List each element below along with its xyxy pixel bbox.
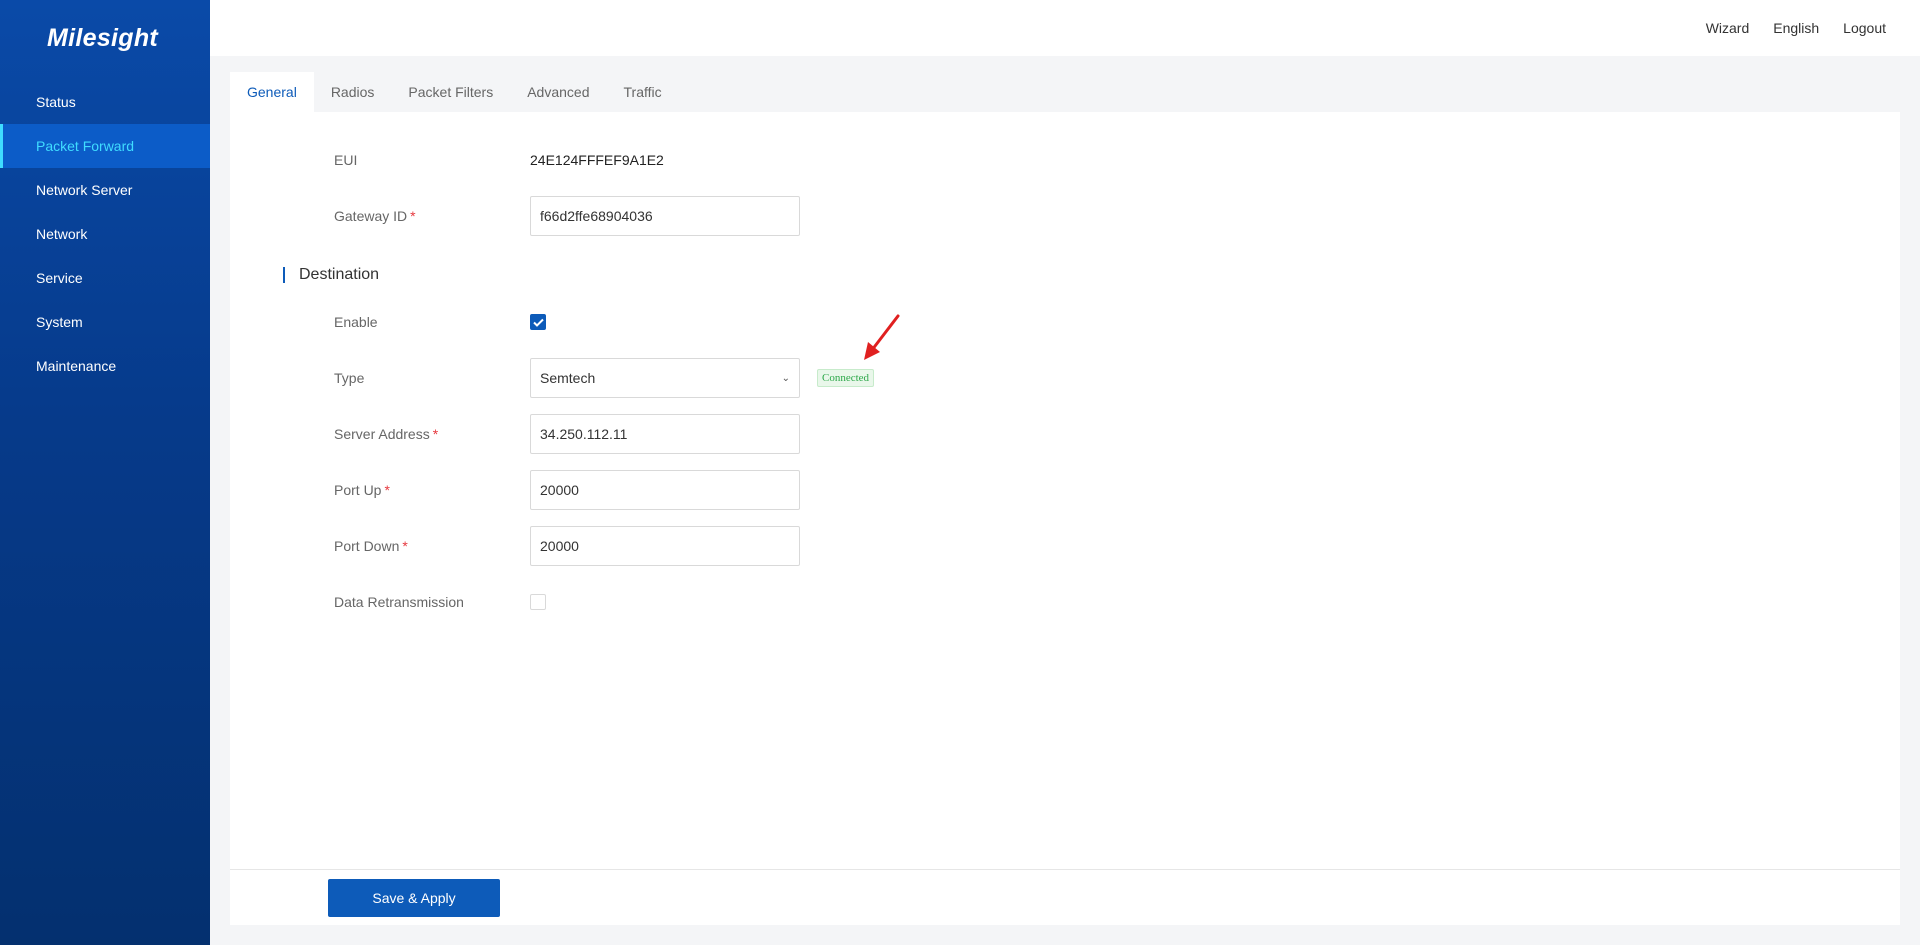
data-retransmission-checkbox[interactable] (530, 594, 546, 610)
sidebar-item-maintenance[interactable]: Maintenance (0, 344, 210, 388)
wizard-link[interactable]: Wizard (1706, 20, 1750, 36)
tab-general[interactable]: General (230, 72, 314, 112)
sidebar-item-network[interactable]: Network (0, 212, 210, 256)
save-apply-button[interactable]: Save & Apply (328, 879, 500, 917)
port-up-input[interactable] (530, 470, 800, 510)
tab-packet-filters[interactable]: Packet Filters (391, 72, 510, 112)
port-down-input[interactable] (530, 526, 800, 566)
enable-checkbox[interactable] (530, 314, 546, 330)
header-nav: Wizard English Logout (1706, 20, 1886, 36)
section-accent-bar (283, 267, 285, 283)
connection-status-badge: Connected (817, 369, 875, 387)
required-marker: * (384, 482, 390, 498)
port-down-row: Port Down * (334, 526, 800, 566)
type-row: Type Semtech ⌄ Connected (334, 358, 875, 398)
server-address-label-text: Server Address (334, 426, 430, 442)
destination-section-header: Destination (283, 266, 379, 284)
content-panel: EUI 24E124FFFEF9A1E2 Gateway ID* Destina… (230, 112, 1900, 925)
gateway-id-input[interactable] (530, 196, 800, 236)
required-marker: * (402, 538, 408, 554)
sidebar-item-packet-forward[interactable]: Packet Forward (0, 124, 210, 168)
enable-row: Enable (334, 302, 546, 342)
data-retransmission-label: Data Retransmission (334, 594, 464, 610)
milesight-logo: Milesight (47, 24, 159, 52)
eui-label: EUI (334, 152, 358, 168)
sidebar: Milesight Status Packet Forward Network … (0, 0, 210, 945)
language-select[interactable]: English (1773, 20, 1819, 36)
gateway-id-label: Gateway ID * (334, 208, 530, 224)
sidebar-nav: Status Packet Forward Network Server Net… (0, 80, 210, 388)
tab-radios[interactable]: Radios (314, 72, 392, 112)
eui-value: 24E124FFFEF9A1E2 (530, 152, 664, 168)
enable-label: Enable (334, 314, 378, 330)
server-address-input[interactable] (530, 414, 800, 454)
footer-divider (230, 869, 1900, 870)
chevron-down-icon: ⌄ (781, 372, 790, 384)
sidebar-item-network-server[interactable]: Network Server (0, 168, 210, 212)
port-up-label-text: Port Up (334, 482, 382, 498)
tab-bar: General Radios Packet Filters Advanced T… (230, 72, 679, 112)
logout-link[interactable]: Logout (1843, 20, 1886, 36)
destination-title: Destination (299, 266, 380, 283)
port-up-label: Port Up * (334, 482, 530, 498)
sidebar-item-service[interactable]: Service (0, 256, 210, 300)
checkmark-icon (532, 318, 544, 327)
sidebar-item-status[interactable]: Status (0, 80, 210, 124)
eui-row: EUI 24E124FFFEF9A1E2 (334, 140, 664, 180)
gateway-id-row: Gateway ID * (334, 196, 800, 236)
port-down-label-text: Port Down (334, 538, 400, 554)
port-up-row: Port Up * (334, 470, 800, 510)
type-select-value: Semtech (540, 370, 596, 386)
server-address-row: Server Address * (334, 414, 800, 454)
top-header: Wizard English Logout (210, 0, 1920, 56)
required-marker: * (432, 426, 439, 442)
data-retransmission-row: Data Retransmission (334, 582, 546, 622)
annotation-arrow-icon (864, 314, 900, 360)
tab-traffic[interactable]: Traffic (607, 72, 679, 112)
type-select[interactable]: Semtech ⌄ (530, 358, 800, 398)
gateway-id-label-text: Gateway ID (334, 208, 408, 224)
port-down-label: Port Down * (334, 538, 530, 554)
tab-advanced[interactable]: Advanced (510, 72, 606, 112)
type-label: Type (334, 370, 365, 386)
server-address-label: Server Address * (334, 426, 530, 442)
sidebar-item-system[interactable]: System (0, 300, 210, 344)
required-marker: * (410, 208, 416, 224)
